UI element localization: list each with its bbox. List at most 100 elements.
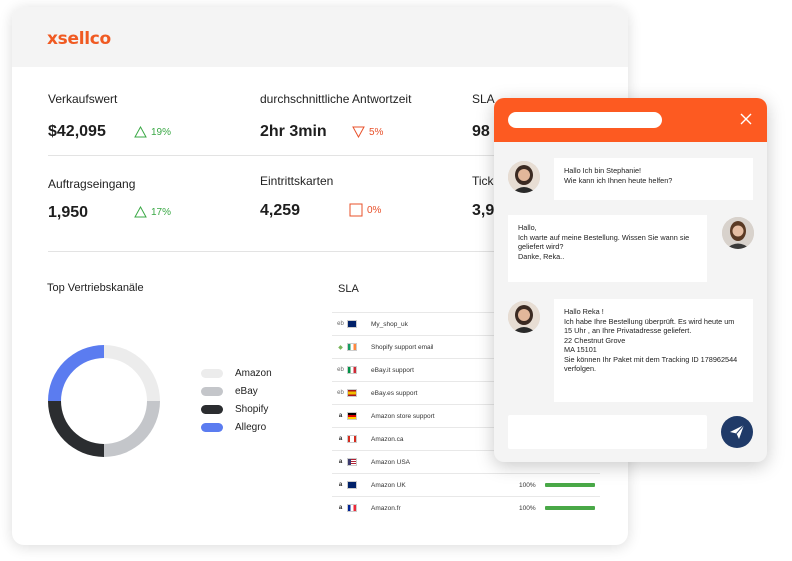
legend-swatch bbox=[201, 368, 223, 378]
amazon-icon: a bbox=[338, 436, 343, 442]
kpi-trend: 17% bbox=[134, 206, 171, 218]
dashboard-header: xsellco bbox=[12, 7, 628, 67]
kpi-sla: SLA 98 bbox=[472, 92, 495, 140]
sla-progress-bar bbox=[545, 506, 595, 510]
kpi-label: SLA bbox=[472, 92, 495, 106]
kpi-label: Auftragseingang bbox=[48, 177, 136, 191]
amazon-icon: a bbox=[338, 482, 343, 488]
kpi-trend-value: 5% bbox=[369, 126, 384, 138]
kpi-trend-value: 19% bbox=[151, 126, 172, 138]
donut-slice-allegro bbox=[48, 345, 104, 401]
send-button[interactable] bbox=[721, 416, 753, 448]
person-icon bbox=[508, 161, 540, 193]
channels-donut-chart bbox=[48, 345, 160, 457]
person-icon bbox=[508, 301, 540, 333]
legend-label: Shopify bbox=[235, 403, 269, 415]
kpi-auftragseingang: Auftragseingang 1,950 17% bbox=[48, 177, 171, 221]
ebay-icon: eb bbox=[337, 390, 344, 396]
chat-message-agent: Hallo Reka ! Ich habe Ihre Bestellung üb… bbox=[554, 299, 753, 402]
sla-row-name: eBay.es support bbox=[371, 389, 418, 397]
kpi-tickets: Tick 3,9 bbox=[472, 174, 494, 219]
shopify-icon: ◆ bbox=[338, 344, 343, 351]
triangle-up-icon bbox=[134, 206, 147, 218]
sla-row-name: Amazon.fr bbox=[371, 504, 401, 512]
person-icon bbox=[722, 217, 754, 249]
table-row[interactable]: a Amazon.fr 100% bbox=[332, 496, 600, 519]
sla-row-pct: 100% bbox=[519, 504, 536, 512]
canada-flag-icon bbox=[347, 435, 357, 443]
usa-flag-icon bbox=[347, 458, 357, 466]
message-text: Hallo Ich bin Stephanie! Wie kann ich Ih… bbox=[564, 166, 673, 185]
xsellco-logo[interactable]: xsellco bbox=[47, 29, 111, 49]
table-row[interactable]: a Amazon UK 100% bbox=[332, 473, 600, 496]
amazon-icon: a bbox=[338, 413, 343, 419]
kpi-verkaufswert: Verkaufswert $42,095 19% bbox=[48, 92, 171, 140]
kpi-label: Eintrittskarten bbox=[260, 174, 334, 188]
kpi-value: 2hr 3min bbox=[260, 123, 327, 140]
message-text: Hallo Reka ! Ich habe Ihre Bestellung üb… bbox=[564, 307, 738, 373]
channels-legend: Amazon eBay Shopify Allegro bbox=[201, 364, 272, 436]
agent-avatar bbox=[508, 301, 540, 333]
chat-message-agent: Hallo Ich bin Stephanie! Wie kann ich Ih… bbox=[554, 158, 753, 200]
channels-title: Top Vertriebskanäle bbox=[47, 282, 144, 294]
kpi-trend: 0% bbox=[349, 203, 381, 217]
legend-swatch bbox=[201, 386, 223, 396]
chat-header bbox=[494, 98, 767, 142]
kpi-label: Tick bbox=[472, 174, 494, 188]
legend-label: eBay bbox=[235, 385, 258, 397]
spain-flag-icon bbox=[347, 389, 357, 397]
kpi-value: 98 bbox=[472, 123, 490, 140]
amazon-icon: a bbox=[338, 505, 343, 511]
kpi-label: durchschnittliche Antwortzeit bbox=[260, 92, 412, 106]
chat-message-customer: Hallo, Ich warte auf meine Bestellung. W… bbox=[508, 215, 707, 282]
legend-label: Amazon bbox=[235, 367, 272, 379]
legend-item: Allegro bbox=[201, 418, 272, 436]
legend-swatch bbox=[201, 404, 223, 414]
customer-avatar bbox=[722, 217, 754, 249]
sla-title: SLA bbox=[338, 283, 359, 295]
triangle-up-icon bbox=[134, 126, 147, 138]
amazon-icon: a bbox=[338, 459, 343, 465]
close-icon[interactable] bbox=[739, 112, 753, 126]
kpi-eintrittskarten: Eintrittskarten 4,259 0% bbox=[260, 174, 381, 219]
kpi-trend-value: 0% bbox=[367, 204, 382, 216]
france-flag-icon bbox=[347, 504, 357, 512]
sla-progress-bar bbox=[545, 483, 595, 487]
ebay-icon: eb bbox=[337, 321, 344, 327]
donut-slice-shopify bbox=[48, 401, 104, 457]
square-icon bbox=[349, 203, 363, 217]
uk-flag-icon bbox=[347, 481, 357, 489]
triangle-down-icon bbox=[352, 126, 365, 138]
sla-row-name: Shopify support email bbox=[371, 343, 434, 351]
kpi-trend-value: 17% bbox=[151, 206, 172, 218]
sla-row-name: Amazon store support bbox=[371, 412, 435, 420]
message-text: Hallo, Ich warte auf meine Bestellung. W… bbox=[518, 223, 690, 261]
donut-slice-amazon bbox=[104, 345, 160, 401]
kpi-value: 1,950 bbox=[48, 204, 89, 221]
kpi-value: 4,259 bbox=[260, 202, 301, 219]
ebay-icon: eb bbox=[337, 367, 344, 373]
sla-row-name: Amazon USA bbox=[371, 458, 411, 466]
germany-flag-icon bbox=[347, 412, 357, 420]
kpi-trend: 19% bbox=[134, 126, 171, 138]
kpi-label: Verkaufswert bbox=[48, 92, 118, 106]
ireland-flag-icon bbox=[347, 343, 357, 351]
legend-item: Amazon bbox=[201, 364, 272, 382]
sla-row-name: eBay.it support bbox=[371, 366, 414, 374]
italy-flag-icon bbox=[347, 366, 357, 374]
kpi-value: $42,095 bbox=[48, 123, 106, 140]
chat-title-bar bbox=[508, 112, 662, 128]
sla-row-name: Amazon.ca bbox=[371, 435, 404, 443]
sla-row-pct: 100% bbox=[519, 481, 536, 489]
legend-label: Allegro bbox=[235, 421, 267, 433]
donut-slice-ebay bbox=[104, 401, 160, 457]
paper-plane-icon bbox=[730, 424, 745, 439]
sla-row-name: Amazon UK bbox=[371, 481, 406, 489]
kpi-trend: 5% bbox=[352, 126, 383, 138]
legend-item: eBay bbox=[201, 382, 272, 400]
legend-swatch bbox=[201, 422, 223, 432]
kpi-value: 3,9 bbox=[472, 202, 495, 219]
uk-flag-icon bbox=[347, 320, 357, 328]
legend-item: Shopify bbox=[201, 400, 272, 418]
chat-message-input[interactable] bbox=[508, 415, 707, 449]
